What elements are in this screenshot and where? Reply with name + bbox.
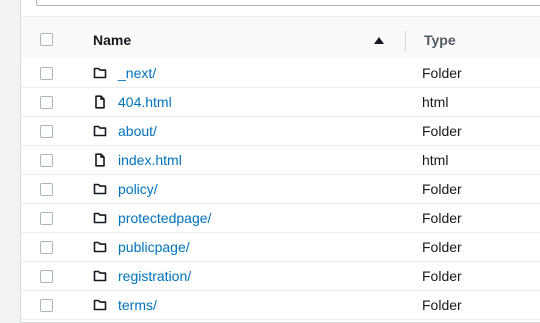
folder-icon bbox=[93, 124, 107, 138]
row-checkbox[interactable] bbox=[40, 96, 53, 109]
row-checkbox[interactable] bbox=[40, 183, 53, 196]
objects-panel: Name Type _next/Folder 404.html html about/… bbox=[20, 0, 540, 323]
search-bar[interactable] bbox=[36, 0, 540, 6]
folder-icon bbox=[93, 182, 107, 196]
row-checkbox[interactable] bbox=[40, 299, 53, 312]
sort-ascending-icon[interactable] bbox=[374, 37, 384, 44]
table-row[interactable]: terms/Folder bbox=[21, 291, 540, 320]
row-checkbox[interactable] bbox=[40, 67, 53, 80]
object-name-link[interactable]: index.html bbox=[118, 152, 182, 168]
table-row[interactable]: registration/Folder bbox=[21, 262, 540, 291]
object-name-link[interactable]: protectedpage/ bbox=[118, 210, 211, 226]
row-checkbox[interactable] bbox=[40, 241, 53, 254]
column-header-type[interactable]: Type bbox=[424, 32, 456, 48]
folder-icon bbox=[93, 298, 107, 312]
object-type: html bbox=[422, 94, 449, 110]
row-checkbox[interactable] bbox=[40, 212, 53, 225]
object-name-link[interactable]: publicpage/ bbox=[118, 239, 190, 255]
table-row[interactable]: protectedpage/Folder bbox=[21, 204, 540, 233]
table-row[interactable]: index.html html bbox=[21, 146, 540, 175]
object-type: Folder bbox=[422, 123, 462, 139]
object-name-link[interactable]: terms/ bbox=[118, 297, 157, 313]
folder-icon bbox=[93, 269, 107, 283]
object-name-link[interactable]: policy/ bbox=[118, 181, 158, 197]
table-row[interactable]: about/Folder bbox=[21, 117, 540, 146]
table-header: Name Type bbox=[21, 16, 540, 65]
object-type: Folder bbox=[422, 297, 462, 313]
object-type: Folder bbox=[422, 268, 462, 284]
object-name-link[interactable]: about/ bbox=[118, 123, 157, 139]
column-header-name[interactable]: Name bbox=[93, 32, 131, 48]
select-all-checkbox[interactable] bbox=[40, 33, 53, 46]
row-checkbox[interactable] bbox=[40, 154, 53, 167]
file-icon bbox=[93, 95, 107, 109]
folder-icon bbox=[93, 240, 107, 254]
object-name-link[interactable]: 404.html bbox=[118, 94, 172, 110]
file-icon bbox=[93, 153, 107, 167]
folder-icon bbox=[93, 66, 107, 80]
folder-icon bbox=[93, 211, 107, 225]
object-type: html bbox=[422, 152, 449, 168]
table-row[interactable]: policy/Folder bbox=[21, 175, 540, 204]
object-name-link[interactable]: registration/ bbox=[118, 268, 191, 284]
column-divider bbox=[405, 31, 406, 52]
object-name-link[interactable]: _next/ bbox=[118, 65, 156, 81]
object-type: Folder bbox=[422, 239, 462, 255]
row-checkbox[interactable] bbox=[40, 125, 53, 138]
table-row[interactable]: _next/Folder bbox=[21, 59, 540, 88]
row-checkbox[interactable] bbox=[40, 270, 53, 283]
object-type: Folder bbox=[422, 65, 462, 81]
object-type: Folder bbox=[422, 210, 462, 226]
object-type: Folder bbox=[422, 181, 462, 197]
table-row[interactable]: 404.html html bbox=[21, 88, 540, 117]
table-row[interactable]: publicpage/Folder bbox=[21, 233, 540, 262]
